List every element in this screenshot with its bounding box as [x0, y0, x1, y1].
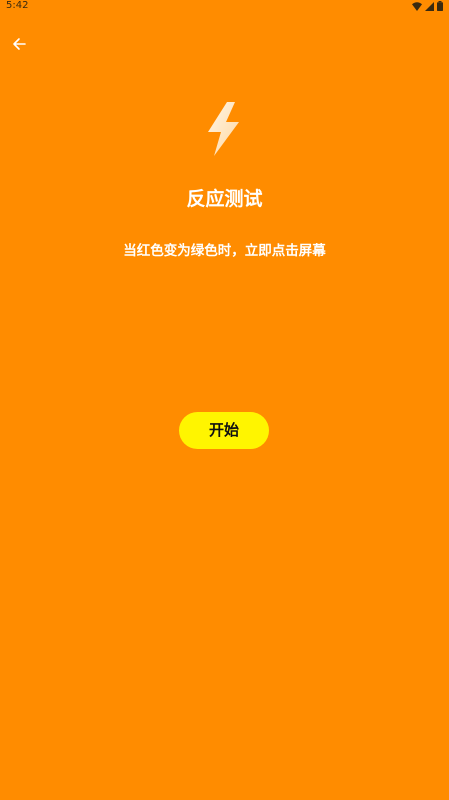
status-bar: 5:42 — [0, 0, 449, 14]
page-title: 反应测试 — [186, 188, 263, 210]
arrow-left-icon — [12, 36, 26, 55]
battery-icon — [437, 1, 443, 11]
signal-icon — [425, 1, 434, 11]
instruction-text: 当红色变为绿色时，立即点击屏幕 — [123, 243, 326, 259]
back-button[interactable] — [6, 32, 32, 58]
reaction-test-screen: 5:42 反应测试 当红色变为绿色时，立即点击屏幕 开始 — [0, 0, 449, 800]
start-button[interactable]: 开始 — [179, 412, 269, 449]
status-time: 5:42 — [6, 0, 29, 11]
lightning-bolt-icon — [199, 100, 247, 158]
wifi-icon — [412, 1, 422, 11]
status-icons — [412, 1, 443, 11]
